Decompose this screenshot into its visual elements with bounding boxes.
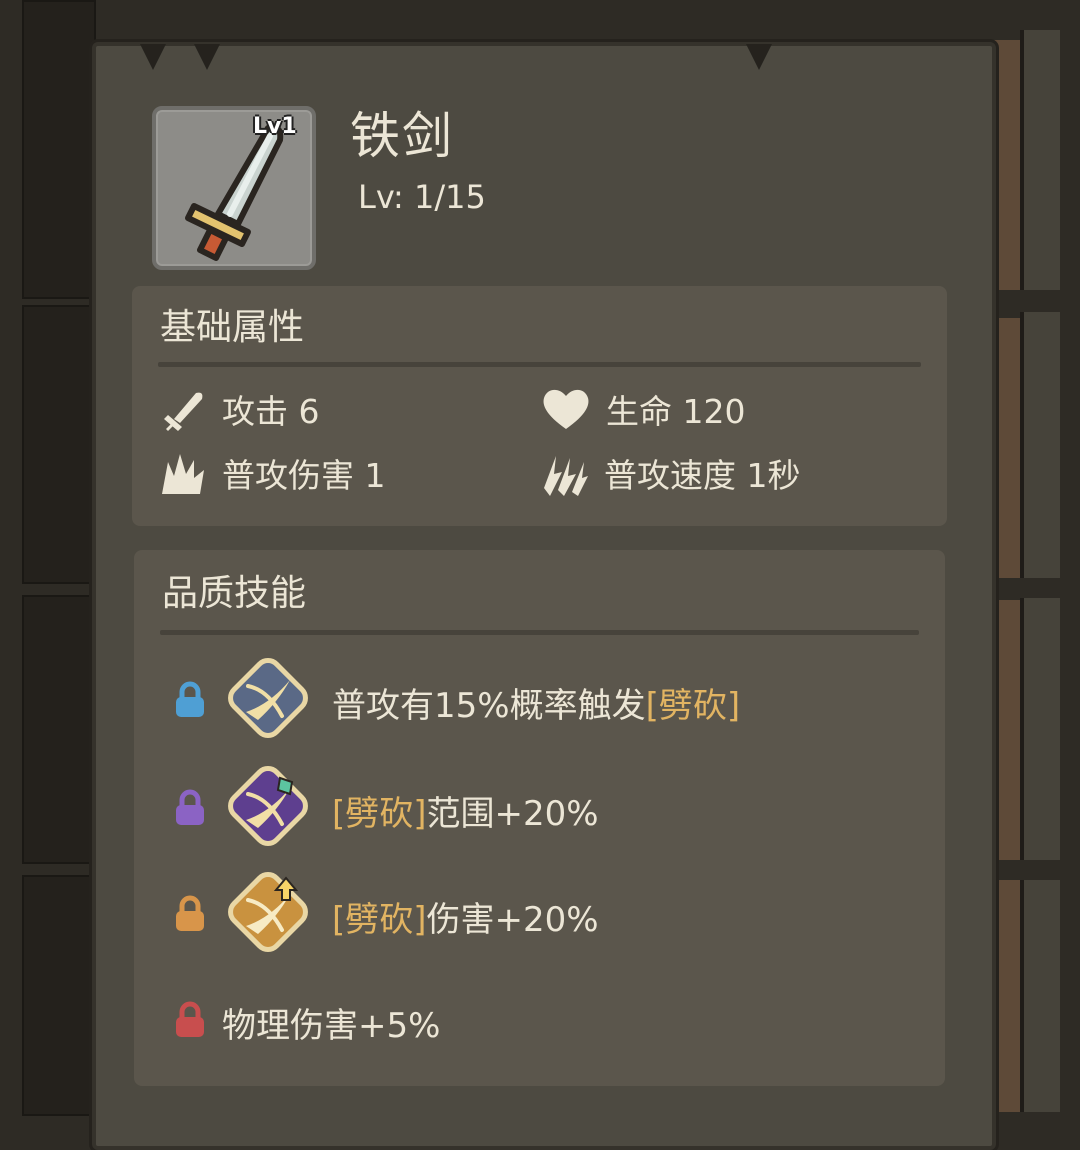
quality-skills-section: 品质技能 普攻有15%概率触发[劈砍] [劈砍]范围+20% [劈砍]伤害+20…: [134, 550, 945, 1086]
background-plank: [1020, 598, 1060, 860]
lock-icon: [176, 681, 204, 717]
stat-label: 生命: [606, 392, 672, 431]
skill-description: [劈砍]伤害+20%: [332, 892, 599, 941]
skill-description: 普攻有15%概率触发[劈砍]: [332, 678, 740, 727]
lock-icon: [176, 895, 204, 931]
skill-keyword: [劈砍]: [332, 794, 427, 834]
skill-description: 物理伤害+5%: [222, 998, 440, 1047]
speed-slash-icon: [544, 456, 588, 496]
lock-icon: [176, 789, 204, 825]
background-plank: [1020, 880, 1060, 1112]
stat-hp: 生命 120: [540, 384, 746, 434]
skill-description: [劈砍]范围+20%: [332, 786, 599, 835]
stat-normal-attack-speed: 普攻速度 1秒: [540, 448, 801, 498]
stat-attack: 攻击 6: [160, 384, 320, 434]
skill-keyword: [劈砍]: [645, 686, 741, 726]
skill-text: 伤害+20%: [426, 900, 599, 940]
stat-label: 攻击: [222, 392, 288, 431]
item-level: Lv: 1/15: [358, 178, 486, 216]
slash-damage-skill-icon-orange[interactable]: [220, 864, 316, 960]
skill-text: 范围+20%: [426, 794, 599, 834]
section-divider: [160, 630, 919, 635]
background-tile: [22, 595, 96, 864]
stat-value: 120: [682, 392, 746, 431]
stat-label: 普攻伤害: [222, 456, 354, 495]
background-plank: [1020, 312, 1060, 578]
item-name: 铁剑: [350, 107, 454, 165]
slash-skill-icon-blue[interactable]: [220, 650, 316, 746]
base-attributes-section: 基础属性 攻击 6 生命 120 普攻伤害 1 普攻速度 1秒: [132, 286, 947, 526]
skill-text: 普攻有15%概率触发: [332, 686, 646, 726]
panel-notch: [746, 44, 772, 70]
stat-value: 1: [364, 456, 386, 495]
sword-icon: [164, 392, 203, 431]
stat-normal-attack-damage: 普攻伤害 1: [158, 448, 386, 498]
background-tile: [22, 305, 96, 584]
stat-label: 普攻速度: [604, 456, 736, 495]
background-tile: [22, 875, 96, 1116]
heart-icon: [543, 389, 589, 429]
claw-strike-icon: [162, 454, 204, 494]
lock-icon: [176, 1001, 204, 1037]
background-plank: [1020, 30, 1060, 290]
stat-value: 1秒: [746, 456, 801, 495]
skill-keyword: [劈砍]: [332, 900, 427, 940]
slash-range-skill-icon-purple[interactable]: [220, 758, 316, 854]
section-divider: [158, 362, 921, 367]
section-title: 品质技能: [162, 573, 307, 614]
panel-notch: [140, 44, 166, 70]
item-level-badge: Lv1: [253, 114, 297, 139]
section-title: 基础属性: [160, 307, 305, 348]
panel-notch: [194, 44, 220, 70]
background-tile: [22, 0, 96, 299]
stat-value: 6: [298, 392, 320, 431]
skill-text: 物理伤害+5%: [222, 1006, 441, 1046]
